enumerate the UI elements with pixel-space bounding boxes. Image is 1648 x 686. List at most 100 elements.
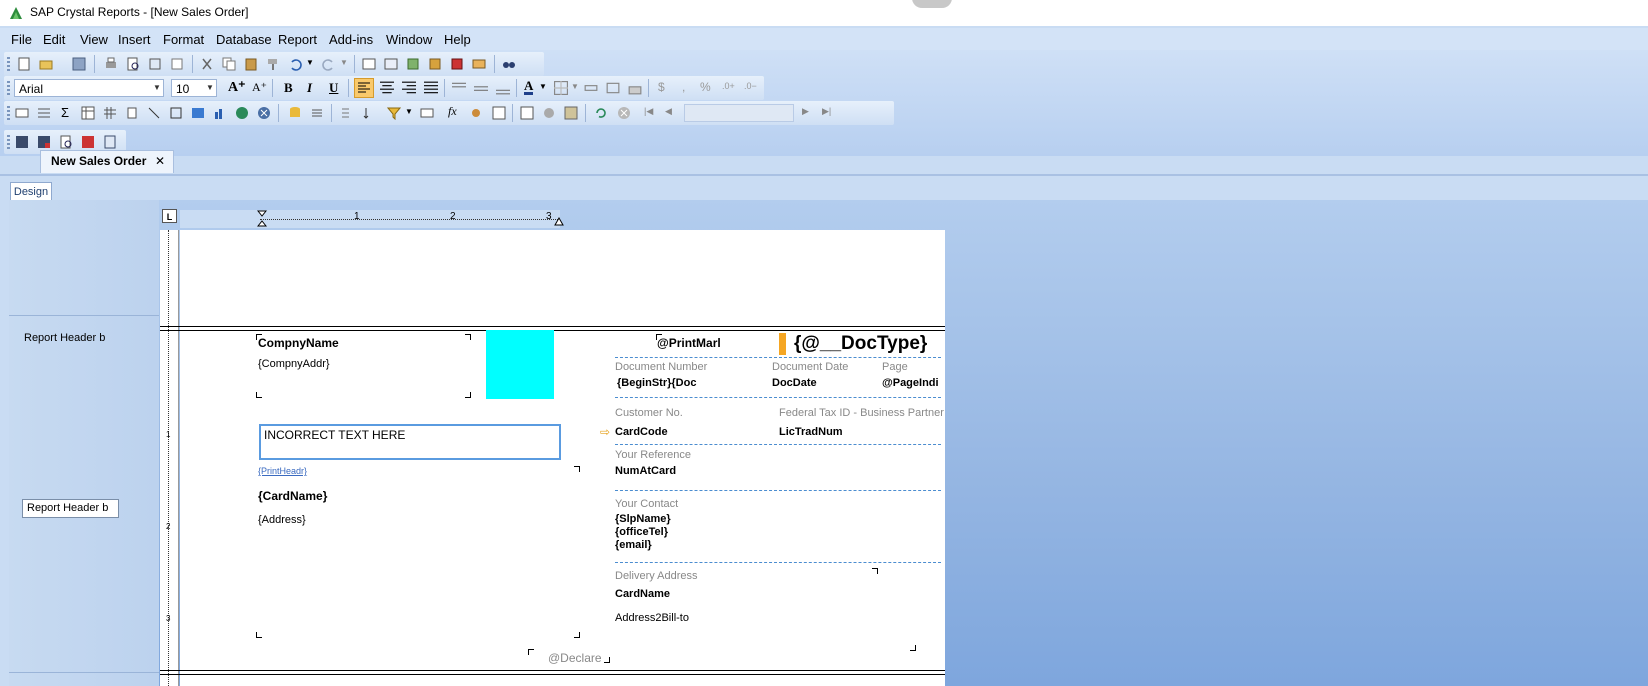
left-margin-marker-icon[interactable]	[257, 210, 267, 228]
print-preview-icon[interactable]	[126, 57, 140, 71]
increase-font-icon[interactable]: A⁺	[228, 79, 246, 96]
print-headr-field[interactable]: {PrintHeadr}	[258, 466, 307, 476]
insert-summary-icon[interactable]: Σ	[61, 105, 69, 120]
vertical-align-top-icon[interactable]	[452, 81, 466, 95]
customer-no-field[interactable]: CardCode	[615, 426, 668, 438]
menu-edit[interactable]: Edit	[43, 32, 65, 47]
workbench-icon[interactable]	[450, 57, 464, 71]
tab-new-sales-order[interactable]: New Sales Order ✕	[40, 150, 174, 173]
zoom-icon[interactable]	[564, 106, 578, 120]
toolbar-grip[interactable]	[7, 106, 10, 120]
insert-box-icon[interactable]	[169, 106, 183, 120]
menu-report[interactable]: Report	[278, 32, 317, 47]
contact-office-tel-field[interactable]: {officeTel}	[615, 526, 668, 538]
card-name-field[interactable]: {CardName}	[258, 489, 327, 503]
menu-database[interactable]: Database	[216, 32, 272, 47]
tab-design[interactable]: Design	[10, 182, 52, 202]
italic-icon[interactable]: I	[307, 80, 312, 96]
insert-map-icon[interactable]	[235, 106, 249, 120]
horizontal-ruler[interactable]: 1 2 3	[180, 210, 564, 228]
field-explorer-icon[interactable]	[362, 57, 376, 71]
redo-icon[interactable]	[322, 57, 336, 71]
company-name-field[interactable]: CompnyName	[258, 336, 339, 350]
page-field[interactable]: @PageIndi	[882, 377, 939, 389]
tax-id-label[interactable]: Federal Tax ID - Business Partner	[779, 407, 944, 419]
logo-picture-placeholder[interactable]	[486, 330, 554, 399]
open-icon[interactable]	[39, 57, 53, 71]
new-icon[interactable]	[17, 57, 31, 71]
print-icon[interactable]	[104, 57, 118, 71]
preview-sap-icon[interactable]	[59, 135, 73, 149]
font-name-combo[interactable]: Arial ▼	[14, 79, 164, 97]
insert-image-icon[interactable]	[191, 106, 205, 120]
font-color-icon[interactable]: A	[524, 79, 534, 95]
section-divider[interactable]	[160, 670, 945, 675]
chevron-down-icon[interactable]: ▼	[151, 80, 163, 96]
incorrect-text-box[interactable]: INCORRECT TEXT HERE	[259, 424, 561, 460]
database-expert-icon[interactable]	[288, 106, 302, 120]
customer-no-label[interactable]: Customer No.	[615, 407, 683, 419]
align-center-icon[interactable]	[380, 81, 394, 95]
save-to-sap-icon[interactable]	[15, 135, 29, 149]
find-icon[interactable]	[502, 57, 516, 71]
menu-format[interactable]: Format	[163, 32, 204, 47]
group-expert-icon[interactable]	[310, 106, 324, 120]
insert-chart-icon[interactable]	[213, 106, 227, 120]
insert-group-icon[interactable]	[37, 106, 51, 120]
menu-addins[interactable]: Add-ins	[329, 32, 373, 47]
sort-control-icon[interactable]	[340, 106, 354, 120]
vertical-ruler[interactable]: 1 2 3	[160, 230, 179, 686]
your-reference-label[interactable]: Your Reference	[615, 449, 691, 461]
menu-window[interactable]: Window	[386, 32, 432, 47]
first-page-icon[interactable]: |◀	[644, 106, 653, 117]
contact-slp-name-field[interactable]: {SlpName}	[615, 513, 671, 525]
declare-field[interactable]: @Declare	[548, 651, 602, 665]
borders-icon[interactable]	[554, 81, 568, 95]
caption-notch[interactable]	[912, 0, 952, 8]
formula-workshop-icon[interactable]: fx	[448, 104, 457, 119]
format-editor-icon[interactable]	[492, 106, 506, 120]
last-page-icon[interactable]: ▶|	[822, 106, 831, 117]
lock-format-icon[interactable]	[628, 81, 642, 95]
toggle-parameter-panel-icon[interactable]	[542, 106, 556, 120]
delivery-address-label[interactable]: Delivery Address	[615, 570, 698, 582]
save-icon[interactable]	[72, 57, 86, 71]
vertical-align-bottom-icon[interactable]	[496, 81, 510, 95]
export-icon[interactable]	[148, 57, 162, 71]
section-expert-icon[interactable]	[420, 106, 434, 120]
cut-icon[interactable]	[200, 57, 214, 71]
insert-line-icon[interactable]	[147, 106, 161, 120]
menu-file[interactable]: File	[11, 32, 32, 47]
select-expert-icon[interactable]	[387, 106, 401, 120]
paste-icon[interactable]	[244, 57, 258, 71]
chevron-down-icon[interactable]: ▼	[204, 80, 216, 96]
page-number-input[interactable]	[684, 104, 794, 122]
menu-insert[interactable]: Insert	[118, 32, 151, 47]
insert-picture-icon[interactable]	[125, 106, 139, 120]
redo-dropdown-icon[interactable]: ▼	[340, 58, 348, 67]
undo-dropdown-icon[interactable]: ▼	[306, 58, 314, 67]
toolbox-icon[interactable]	[472, 57, 486, 71]
close-icon[interactable]: ✕	[155, 154, 165, 168]
sap-settings-icon[interactable]	[103, 135, 117, 149]
justify-icon[interactable]	[424, 81, 438, 95]
dependency-checker-icon[interactable]	[428, 57, 442, 71]
decrease-decimal-icon[interactable]: .0−	[744, 81, 757, 91]
toggle-group-tree-icon[interactable]	[520, 106, 534, 120]
template-expert-icon[interactable]	[469, 106, 483, 120]
report-explorer-icon[interactable]	[384, 57, 398, 71]
insert-object-icon[interactable]	[606, 81, 620, 95]
toolbar-grip[interactable]	[7, 81, 10, 95]
vertical-align-middle-icon[interactable]	[474, 81, 488, 95]
doc-date-field[interactable]: DocDate	[772, 377, 817, 389]
menu-view[interactable]: View	[80, 32, 108, 47]
company-addr-field[interactable]: {CompnyAddr}	[258, 358, 330, 370]
format-painter-icon[interactable]	[266, 57, 280, 71]
insert-flash-icon[interactable]	[257, 106, 271, 120]
delivery-card-name-field[interactable]: CardName	[615, 588, 670, 600]
toolbar-grip[interactable]	[7, 57, 10, 71]
currency-icon[interactable]: $	[658, 80, 665, 94]
doc-number-label[interactable]: Document Number	[615, 361, 707, 373]
insert-text-object-icon[interactable]	[15, 106, 29, 120]
sort-expert-icon[interactable]	[362, 106, 376, 120]
